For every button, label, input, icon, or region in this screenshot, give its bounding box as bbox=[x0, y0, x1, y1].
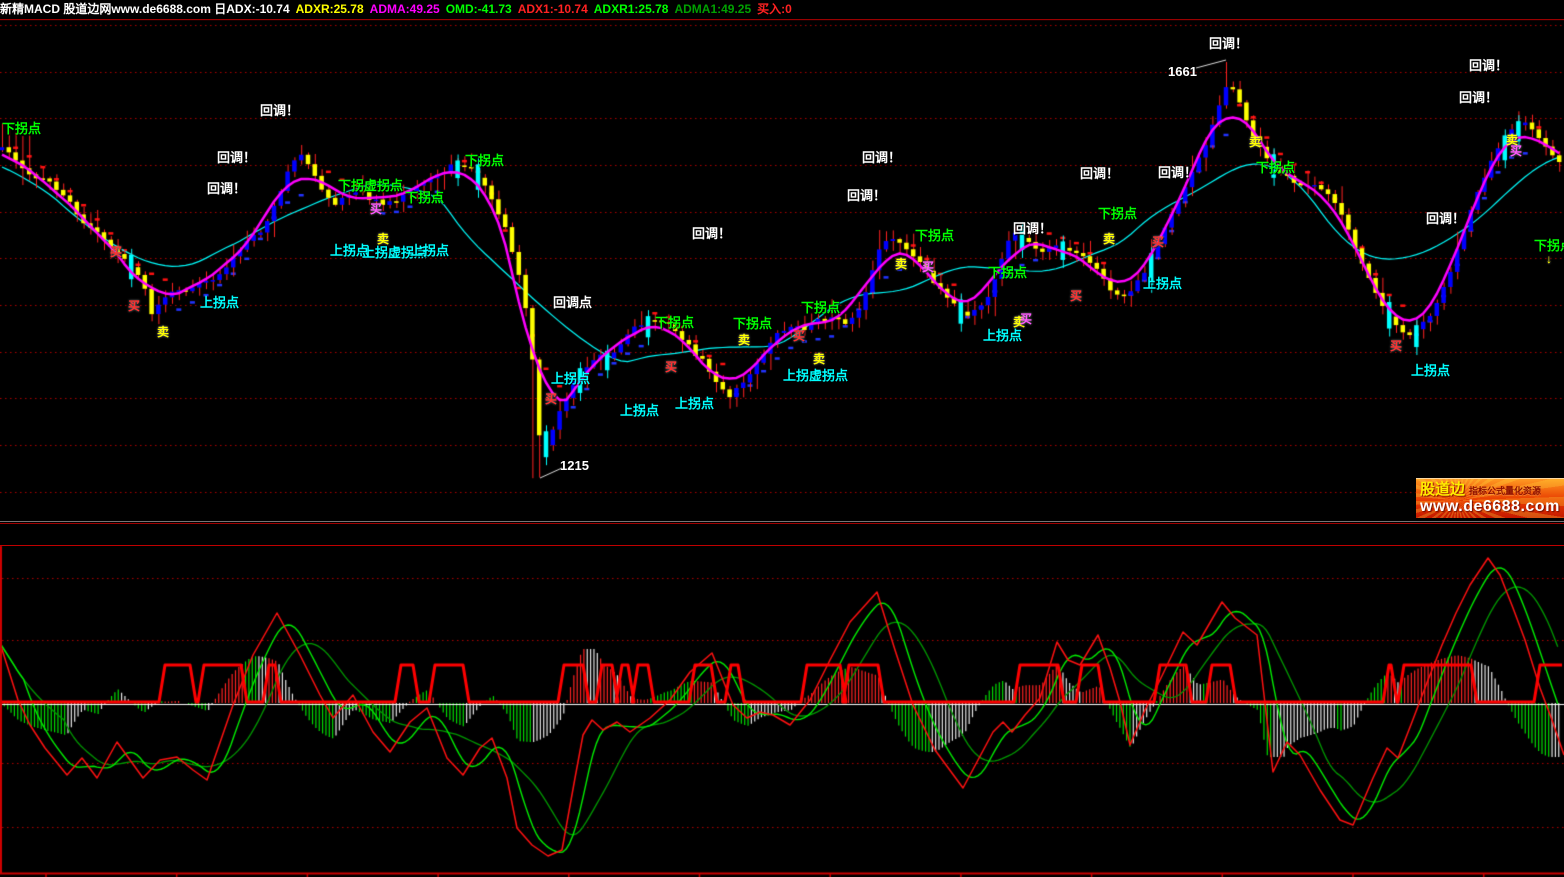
macd-panel-header: 新精MACD 股道边网www.de6688.com 日ADX:-10.74 ADX… bbox=[0, 0, 1564, 19]
banner-brand: 股道边 bbox=[1420, 482, 1465, 498]
panel-divider[interactable] bbox=[0, 521, 1564, 522]
macd-header-segment-3: OMD:-41.73 bbox=[446, 2, 512, 16]
panel-divider-line bbox=[0, 523, 1564, 524]
kline-macd-chart-canvas[interactable] bbox=[0, 0, 1564, 877]
ad-banner[interactable]: 股道边 指标公式量化资源 www.de6688.com bbox=[1416, 478, 1564, 518]
macd-header-segment-2: ADMA:49.25 bbox=[370, 2, 440, 16]
macd-header-segment-6: ADMA1:49.25 bbox=[674, 2, 751, 16]
trading-app-window: K线图 日极品买卖趋势 股道边网www.de6688.com 日(0)指导线:1… bbox=[0, 0, 1564, 877]
macd-panel-top-border bbox=[0, 545, 1564, 546]
macd-header-segment-5: ADXR1:25.78 bbox=[594, 2, 669, 16]
banner-url: www.de6688.com bbox=[1420, 498, 1560, 516]
macd-header-segment-7: 买入:0 bbox=[757, 2, 792, 16]
macd-header-segment-4: ADX1:-10.74 bbox=[518, 2, 588, 16]
banner-tagline: 指标公式量化资源 bbox=[1469, 483, 1541, 499]
macd-header-segment-0: 新精MACD 股道边网www.de6688.com 日ADX:-10.74 bbox=[0, 2, 290, 16]
macd-header-segment-1: ADXR:25.78 bbox=[296, 2, 364, 16]
